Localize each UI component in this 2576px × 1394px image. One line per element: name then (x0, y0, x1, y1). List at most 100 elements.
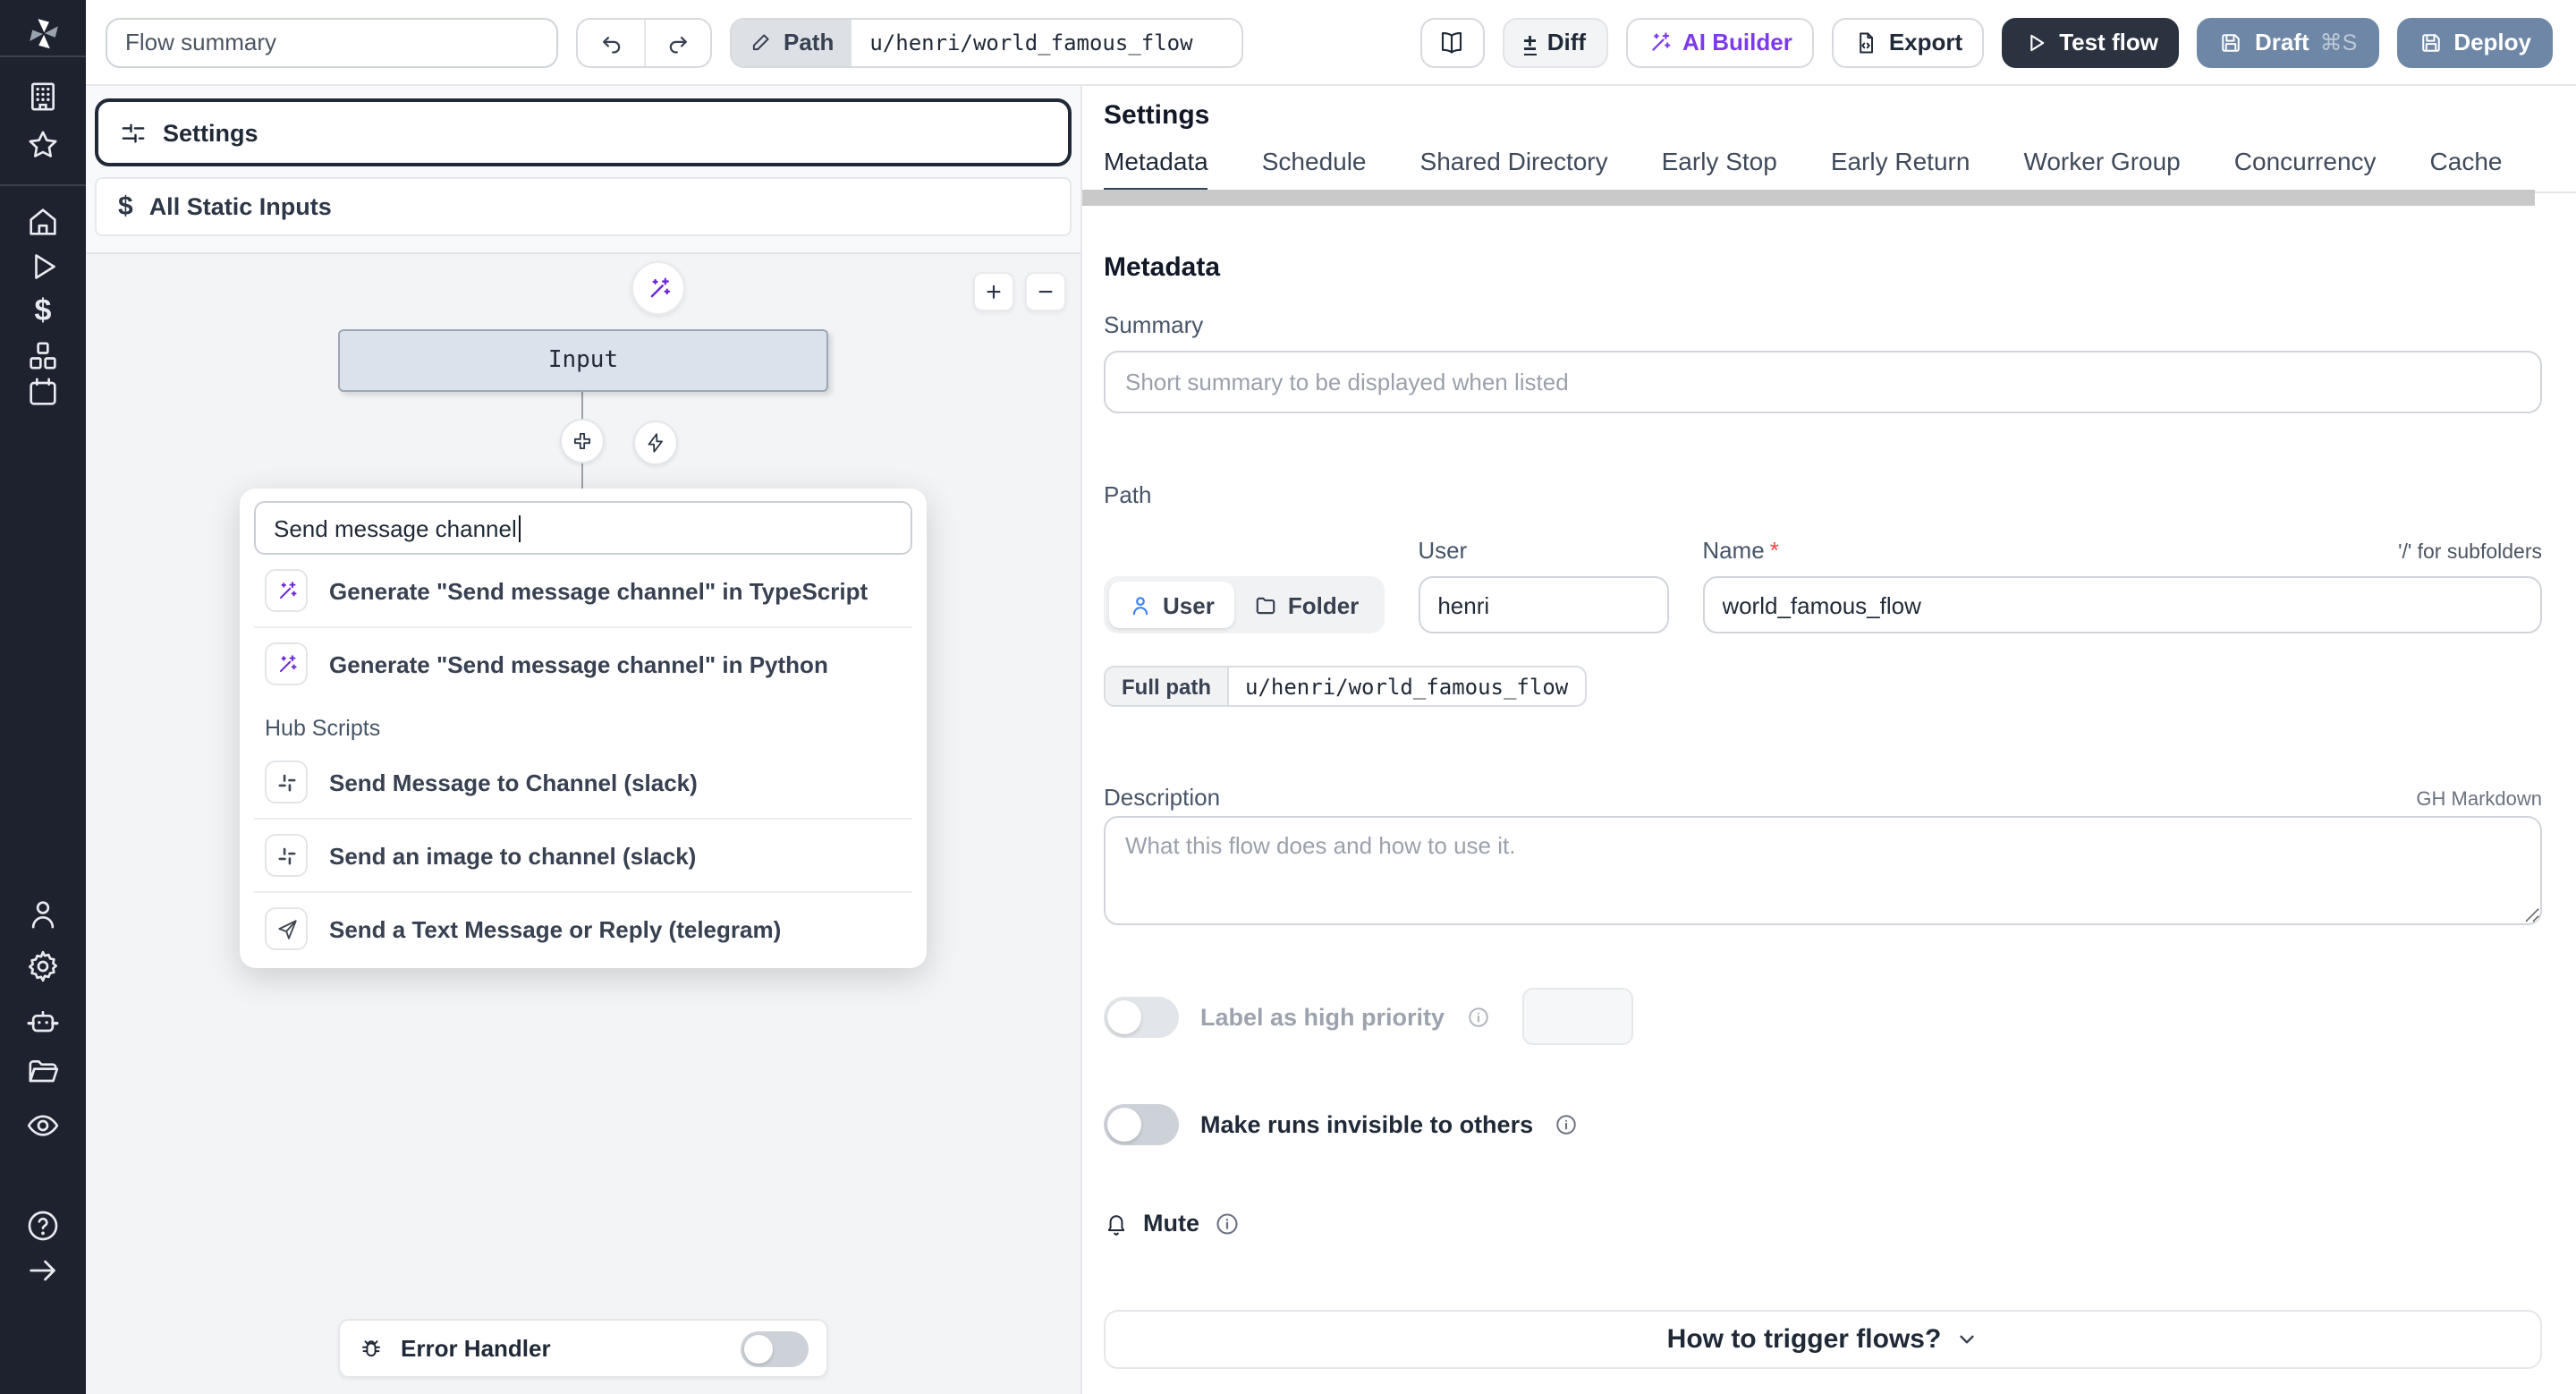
tab-worker-group[interactable]: Worker Group (2023, 147, 2180, 191)
markdown-hint: GH Markdown (2416, 789, 2542, 811)
tab-schedule[interactable]: Schedule (1262, 147, 1367, 191)
hub-slack-image-item[interactable]: Send an image to channel (slack) (254, 818, 912, 891)
wand-icon (265, 569, 308, 612)
deploy-button[interactable]: Deploy (2396, 17, 2553, 67)
diff-icon: ± (1523, 28, 1537, 55)
tab-early-stop[interactable]: Early Stop (1662, 147, 1777, 191)
full-path-value: u/henri/world_famous_flow (1245, 674, 1569, 699)
path-edit-segment[interactable]: Path (732, 19, 852, 65)
step-search-input[interactable]: Send message channel (254, 501, 912, 555)
info-icon[interactable] (1466, 1005, 1489, 1028)
high-priority-toggle[interactable] (1104, 996, 1179, 1037)
hub-telegram-item[interactable]: Send a Text Message or Reply (telegram) (254, 891, 912, 965)
settings-tabs: Metadata Schedule Shared Directory Early… (1104, 147, 2576, 193)
flow-header: Settings $ All Static Inputs (86, 86, 1080, 254)
slack-icon (265, 761, 308, 803)
path-label: Path (784, 29, 835, 55)
undo-button[interactable] (578, 19, 644, 65)
draft-button[interactable]: Draft ⌘S (2197, 17, 2379, 67)
export-button[interactable]: Export (1831, 17, 1985, 67)
sidebar-audit-icon[interactable] (0, 1108, 86, 1143)
subfolders-hint: '/' for subfolders (2398, 542, 2542, 564)
docs-button[interactable] (1419, 17, 1485, 67)
name-input[interactable] (1702, 576, 2542, 633)
error-handler-node[interactable]: Error Handler (338, 1319, 828, 1378)
zoom-out-button[interactable]: − (1025, 272, 1066, 311)
undo-redo-group (576, 17, 712, 67)
info-icon[interactable] (1214, 1211, 1239, 1236)
path-group[interactable]: Path u/henri/world_famous_flow (730, 17, 1244, 67)
sidebar-folders-icon[interactable] (0, 1054, 86, 1090)
sidebar-favorites-icon[interactable] (0, 127, 86, 163)
tab-cache[interactable]: Cache (2430, 147, 2503, 191)
pencil-icon (752, 34, 769, 51)
owner-user-option[interactable]: User (1109, 582, 1234, 628)
sidebar-settings-icon[interactable] (0, 948, 86, 984)
hub-slack-message-item[interactable]: Send Message to Channel (slack) (254, 746, 912, 818)
file-export-icon (1860, 31, 1873, 53)
sidebar-home-icon[interactable] (0, 204, 86, 240)
description-label: Description (1104, 784, 1221, 811)
full-path-row: Full path u/henri/world_famous_flow (1104, 666, 1587, 707)
sidebar-schedules-icon[interactable] (0, 374, 86, 410)
sidebar-users-icon[interactable] (0, 897, 86, 932)
sidebar-resources-icon[interactable] (0, 338, 86, 374)
test-flow-button[interactable]: Test flow (2002, 17, 2180, 67)
ai-builder-button[interactable]: AI Builder (1625, 17, 1814, 67)
generate-typescript-item[interactable]: Generate "Send message channel" in TypeS… (254, 555, 912, 626)
sidebar-help-icon[interactable] (0, 1208, 86, 1244)
flow-settings-button[interactable]: Settings (95, 98, 1072, 166)
owner-kind-toggle: User Folder (1104, 576, 1385, 633)
ai-flow-button[interactable] (631, 261, 685, 315)
owner-folder-option[interactable]: Folder (1234, 582, 1378, 628)
flow-summary-input[interactable]: Flow summary (106, 17, 558, 67)
tab-early-return[interactable]: Early Return (1831, 147, 1970, 191)
summary-label: Summary (1104, 311, 1204, 338)
redo-button[interactable] (644, 19, 710, 65)
sidebar-runs-icon[interactable] (0, 249, 86, 285)
user-input[interactable] (1418, 576, 1669, 633)
sidebar-variables-icon[interactable]: $ (0, 293, 86, 329)
tabs-scrollbar[interactable] (1082, 190, 2535, 206)
lightning-icon (648, 433, 663, 453)
diff-button[interactable]: ± Diff (1502, 17, 1608, 67)
summary-input[interactable] (1104, 351, 2542, 413)
required-mark: * (1769, 537, 1779, 564)
sidebar-expand-icon[interactable] (0, 1253, 86, 1288)
sidebar-workers-icon[interactable] (0, 1004, 86, 1040)
error-handler-toggle[interactable] (741, 1330, 809, 1366)
path-section-label: Path (1104, 481, 1152, 508)
high-priority-label: Label as high priority (1200, 1003, 1445, 1030)
wand-icon (649, 276, 670, 297)
input-node[interactable]: Input (338, 329, 828, 392)
tab-shared-directory[interactable]: Shared Directory (1420, 147, 1608, 191)
tab-metadata[interactable]: Metadata (1104, 147, 1209, 191)
all-static-inputs-button[interactable]: $ All Static Inputs (95, 177, 1072, 236)
path-value[interactable]: u/henri/world_famous_flow (852, 19, 1242, 65)
high-priority-row: Label as high priority (1104, 988, 2542, 1045)
mute-row[interactable]: Mute (1104, 1210, 2542, 1237)
generate-python-item[interactable]: Generate "Send message channel" in Pytho… (254, 626, 912, 700)
text-caret (518, 514, 521, 541)
invisible-runs-toggle[interactable] (1104, 1104, 1179, 1145)
name-field-label: Name * (1702, 537, 1779, 564)
sliders-icon (122, 123, 145, 142)
hub-scripts-section-label: Hub Scripts (265, 716, 381, 741)
trigger-step-button[interactable] (633, 421, 678, 465)
windmill-logo-icon[interactable] (0, 11, 86, 57)
app-root: $ Flow summary Path u/henri/world_famous… (0, 0, 2576, 1394)
info-icon[interactable] (1555, 1113, 1578, 1136)
description-textarea[interactable] (1104, 816, 2542, 925)
add-step-button[interactable] (560, 419, 605, 463)
zoom-in-button[interactable]: + (973, 272, 1014, 311)
tab-concurrency[interactable]: Concurrency (2234, 147, 2377, 191)
how-to-trigger-flows-button[interactable]: How to trigger flows? (1104, 1310, 2542, 1369)
sidebar-divider (0, 55, 86, 57)
flow-graph-canvas[interactable]: + − Input Send message channel Generate … (86, 254, 1080, 1394)
plus-icon (573, 432, 591, 450)
bug-icon (362, 1340, 380, 1357)
metadata-heading: Metadata (1104, 252, 1221, 283)
user-icon (1132, 596, 1148, 615)
book-icon (1442, 31, 1462, 54)
sidebar-workspace-icon[interactable] (0, 79, 86, 115)
